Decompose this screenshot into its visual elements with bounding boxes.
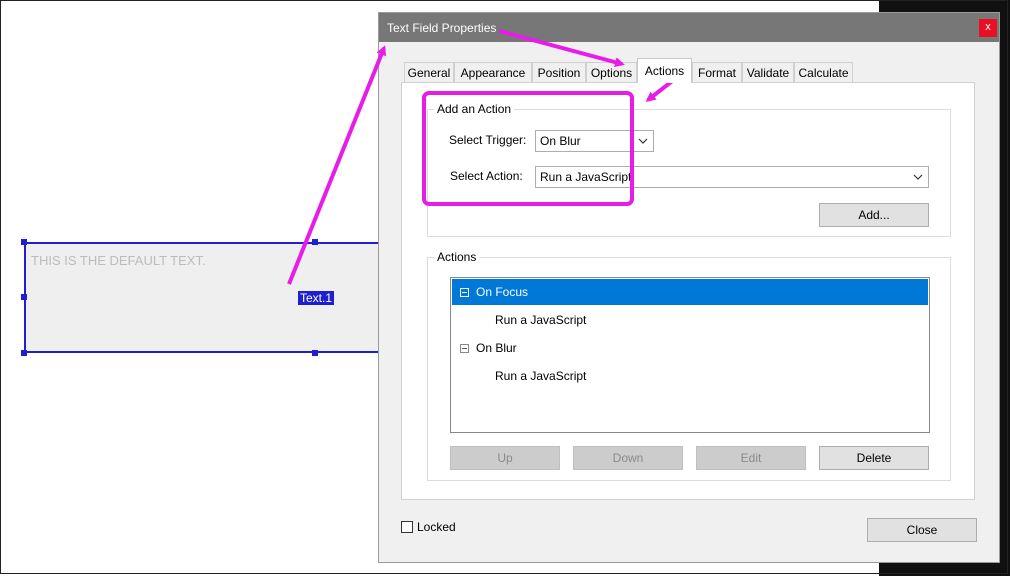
add-action-group: Add an Action Select Trigger: On Blur Se… [427,102,951,237]
resize-handle-bottom-left[interactable] [21,350,27,356]
tab-calculate[interactable]: Calculate [794,62,853,82]
trigger-select[interactable]: On Blur [535,130,654,152]
resize-handle-top-middle[interactable] [312,239,318,245]
collapse-icon[interactable] [460,344,469,353]
text-field-widget[interactable]: THIS IS THE DEFAULT TEXT. [24,242,424,353]
tab-appearance[interactable]: Appearance [454,62,532,82]
actions-tab-panel: Add an Action Select Trigger: On Blur Se… [401,82,975,500]
trigger-select-value: On Blur [540,134,581,148]
select-action-label: Select Action: [450,169,523,183]
edit-button[interactable]: Edit [696,446,806,470]
add-action-legend: Add an Action [434,102,515,116]
action-select[interactable]: Run a JavaScript [535,166,929,188]
tab-validate[interactable]: Validate [742,62,794,82]
up-button[interactable]: Up [450,446,560,470]
tree-item-label: Run a JavaScript [495,369,587,383]
resize-handle-top-left[interactable] [21,239,27,245]
tree-item-run-javascript[interactable]: Run a JavaScript [452,363,928,389]
delete-button[interactable]: Delete [819,446,929,470]
actions-group: Actions On Focus Run a JavaScript On Blu… [427,250,951,481]
field-default-text: THIS IS THE DEFAULT TEXT. [31,253,206,268]
locked-label: Locked [417,520,456,534]
tree-item-on-focus[interactable]: On Focus [452,279,928,305]
close-icon[interactable]: x [979,19,997,37]
resize-handle-middle-left[interactable] [21,294,27,300]
actions-legend: Actions [434,250,480,264]
select-trigger-label: Select Trigger: [449,133,527,147]
add-button[interactable]: Add... [819,203,929,227]
tab-position[interactable]: Position [532,62,586,82]
close-button[interactable]: Close [867,518,977,542]
field-name-tag: Text.1 [298,291,335,305]
tree-item-on-blur[interactable]: On Blur [452,335,928,361]
action-select-value: Run a JavaScript [540,170,632,184]
actions-tree[interactable]: On Focus Run a JavaScript On Blur Run a … [450,277,930,433]
locked-checkbox[interactable] [401,521,413,533]
tree-item-run-javascript[interactable]: Run a JavaScript [452,307,928,333]
tab-actions[interactable]: Actions [637,58,692,83]
collapse-icon[interactable] [460,288,469,297]
tree-item-label: On Focus [476,285,529,299]
tab-options[interactable]: Options [586,62,637,82]
tree-item-label: On Blur [476,341,517,355]
resize-handle-bottom-middle[interactable] [312,350,318,356]
dialog-title: Text Field Properties [387,21,497,35]
chevron-down-icon [913,174,923,180]
tree-item-label: Run a JavaScript [495,313,587,327]
chevron-down-icon [638,138,648,144]
tab-general[interactable]: General [404,62,454,82]
text-field-properties-dialog: Text Field Properties x General Appearan… [379,13,999,562]
tab-format[interactable]: Format [692,62,742,82]
dialog-titlebar[interactable]: Text Field Properties x [379,13,999,42]
down-button[interactable]: Down [573,446,683,470]
